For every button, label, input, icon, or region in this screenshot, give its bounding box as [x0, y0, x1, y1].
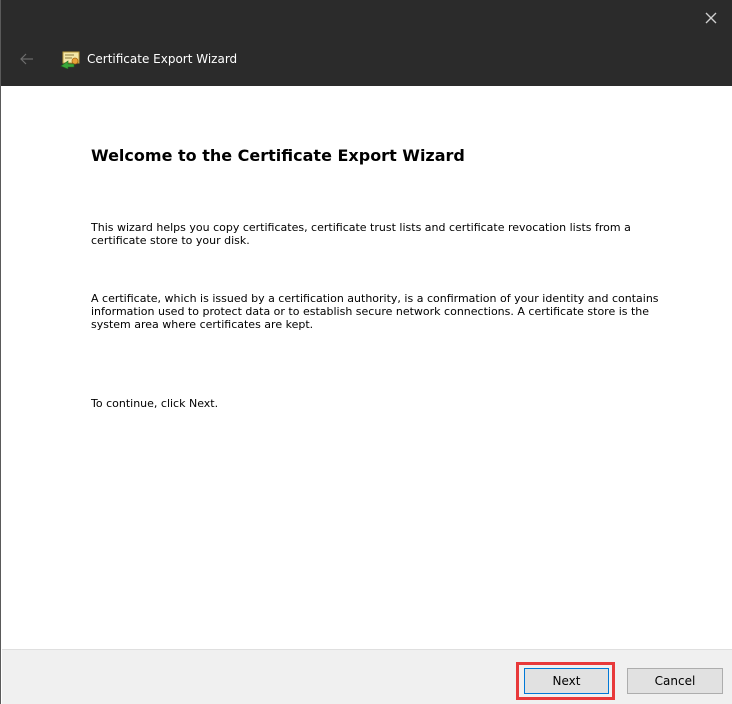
- back-button[interactable]: [17, 50, 37, 68]
- close-button[interactable]: [695, 4, 727, 32]
- certificate-icon: [60, 51, 80, 69]
- next-button[interactable]: Next: [524, 668, 609, 694]
- continue-instruction-text: To continue, click Next.: [91, 397, 219, 410]
- intro-text: This wizard helps you copy certificates,…: [91, 221, 631, 247]
- close-icon: [705, 12, 717, 24]
- wizard-footer: Next Cancel: [2, 649, 732, 704]
- wizard-content: Welcome to the Certificate Export Wizard…: [2, 86, 732, 649]
- wizard-window: Certificate Export Wizard Welcome to the…: [0, 0, 732, 704]
- window-title: Certificate Export Wizard: [87, 52, 238, 66]
- page-title: Welcome to the Certificate Export Wizard: [91, 146, 465, 165]
- back-arrow-icon: [20, 53, 33, 65]
- cancel-button[interactable]: Cancel: [627, 668, 723, 694]
- title-bar: Certificate Export Wizard: [1, 0, 732, 86]
- certificate-description-text: A certificate, which is issued by a cert…: [91, 292, 659, 331]
